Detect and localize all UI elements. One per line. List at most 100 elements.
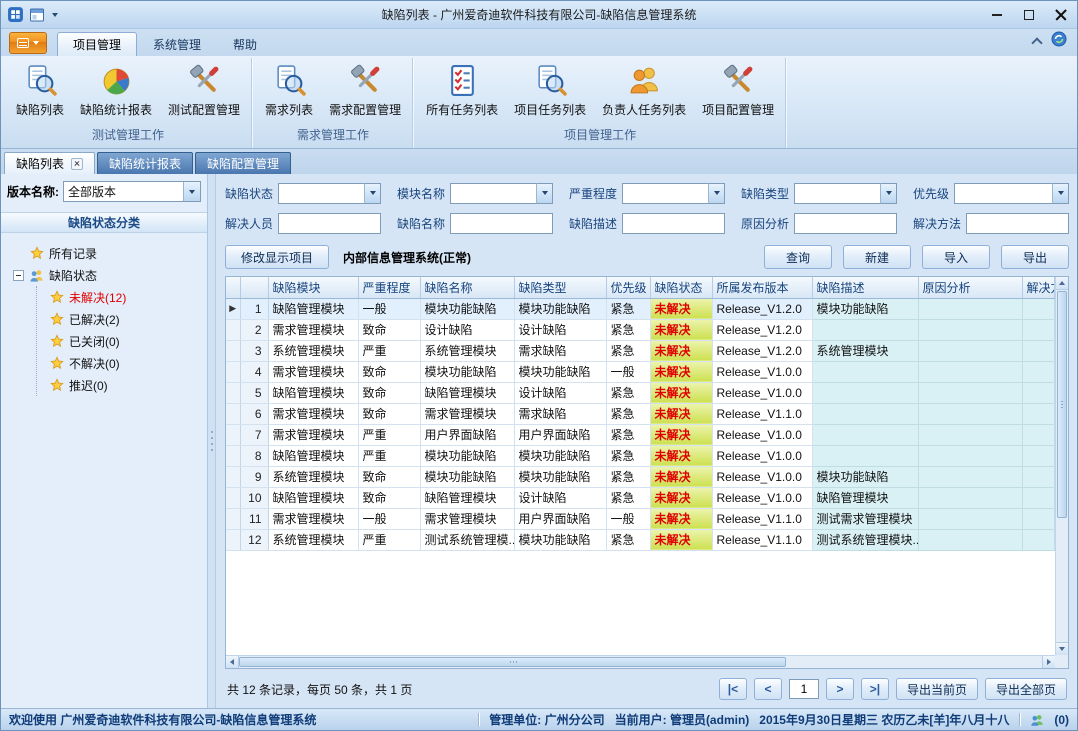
- chevron-down-icon[interactable]: [880, 183, 897, 204]
- cell-description[interactable]: [812, 361, 918, 382]
- cell-description[interactable]: 测试系统管理模块...: [812, 529, 918, 550]
- filter-input[interactable]: [794, 183, 880, 204]
- cell-type[interactable]: 用户界面缺陷: [514, 508, 606, 529]
- vertical-scroll-thumb[interactable]: [1057, 291, 1067, 518]
- cell-release[interactable]: Release_V1.0.0: [712, 445, 812, 466]
- cell-status[interactable]: 未解决: [650, 445, 712, 466]
- filter-input[interactable]: [622, 213, 725, 234]
- modify-columns-button[interactable]: 修改显示项目: [225, 245, 329, 269]
- cell-module[interactable]: 需求管理模块: [268, 403, 358, 424]
- owner-tasks-button[interactable]: 负责人任务列表: [594, 59, 694, 120]
- column-header-description[interactable]: 缺陷描述: [812, 277, 918, 298]
- chevron-down-icon[interactable]: [183, 182, 200, 201]
- cell-name[interactable]: 设计缺陷: [420, 319, 514, 340]
- project-config-button[interactable]: 项目配置管理: [694, 59, 782, 120]
- cell-priority[interactable]: 紧急: [606, 382, 650, 403]
- column-header-severity[interactable]: 严重程度: [358, 277, 420, 298]
- cell-type[interactable]: 需求缺陷: [514, 340, 606, 361]
- defect-list-button[interactable]: 缺陷列表: [8, 59, 72, 120]
- cell-module[interactable]: 系统管理模块: [268, 529, 358, 550]
- cell-cause[interactable]: [918, 319, 1022, 340]
- requirement-config-button[interactable]: 需求配置管理: [321, 59, 409, 120]
- ribbon-tab-help[interactable]: 帮助: [217, 32, 273, 56]
- cell-solution[interactable]: [1022, 445, 1055, 466]
- cell-type[interactable]: 模块功能缺陷: [514, 361, 606, 382]
- cell-release[interactable]: Release_V1.1.0: [712, 508, 812, 529]
- horizontal-scroll-thumb[interactable]: [239, 657, 786, 667]
- scroll-left-icon[interactable]: [226, 656, 239, 668]
- cell-priority[interactable]: 一般: [606, 361, 650, 382]
- cell-type[interactable]: 需求缺陷: [514, 403, 606, 424]
- maximize-button[interactable]: [1013, 1, 1045, 28]
- cell-severity[interactable]: 致命: [358, 487, 420, 508]
- cell-description[interactable]: [812, 382, 918, 403]
- cell-type[interactable]: 模块功能缺陷: [514, 298, 606, 319]
- cell-priority[interactable]: 紧急: [606, 424, 650, 445]
- cell-severity[interactable]: 严重: [358, 340, 420, 361]
- cell-module[interactable]: 需求管理模块: [268, 319, 358, 340]
- column-header-priority[interactable]: 优先级: [606, 277, 650, 298]
- style-selector-icon[interactable]: [1051, 31, 1067, 50]
- close-button[interactable]: [1045, 1, 1077, 28]
- cell-cause[interactable]: [918, 361, 1022, 382]
- prev-page-button[interactable]: <: [754, 678, 782, 700]
- column-header-solution[interactable]: 解决方法: [1022, 277, 1055, 298]
- doc-tab-defect-list[interactable]: 缺陷列表: [4, 152, 95, 174]
- cell-module[interactable]: 需求管理模块: [268, 361, 358, 382]
- cell-name[interactable]: 需求管理模块: [420, 508, 514, 529]
- cell-release[interactable]: Release_V1.0.0: [712, 466, 812, 487]
- cell-solution[interactable]: [1022, 361, 1055, 382]
- chevron-down-icon[interactable]: [536, 183, 553, 204]
- column-header-status[interactable]: 缺陷状态: [650, 277, 712, 298]
- cell-status[interactable]: 未解决: [650, 361, 712, 382]
- cell-module[interactable]: 缺陷管理模块: [268, 298, 358, 319]
- vertical-scrollbar[interactable]: [1055, 277, 1068, 655]
- filter-input[interactable]: [278, 213, 381, 234]
- cell-type[interactable]: 模块功能缺陷: [514, 466, 606, 487]
- cell-module[interactable]: 需求管理模块: [268, 508, 358, 529]
- cell-priority[interactable]: 紧急: [606, 487, 650, 508]
- cell-status[interactable]: 未解决: [650, 466, 712, 487]
- cell-cause[interactable]: [918, 466, 1022, 487]
- cell-name[interactable]: 用户界面缺陷: [420, 424, 514, 445]
- cell-description[interactable]: 测试需求管理模块: [812, 508, 918, 529]
- action-button[interactable]: 查询: [764, 245, 832, 269]
- cell-status[interactable]: 未解决: [650, 382, 712, 403]
- filter-input[interactable]: [966, 213, 1069, 234]
- cell-cause[interactable]: [918, 424, 1022, 445]
- cell-cause[interactable]: [918, 487, 1022, 508]
- cell-cause[interactable]: [918, 508, 1022, 529]
- cell-priority[interactable]: 紧急: [606, 340, 650, 361]
- scroll-down-icon[interactable]: [1056, 642, 1068, 655]
- cell-cause[interactable]: [918, 340, 1022, 361]
- filter-input[interactable]: [450, 213, 553, 234]
- cell-severity[interactable]: 一般: [358, 298, 420, 319]
- table-row[interactable]: 7 需求管理模块 严重 用户界面缺陷 用户界面缺陷 紧急 未解决 Release…: [226, 424, 1055, 445]
- tree-item-status[interactable]: 未解决(12): [50, 286, 203, 308]
- cell-name[interactable]: 缺陷管理模块: [420, 382, 514, 403]
- cell-description[interactable]: 缺陷管理模块: [812, 487, 918, 508]
- cell-description[interactable]: [812, 424, 918, 445]
- cell-release[interactable]: Release_V1.0.0: [712, 424, 812, 445]
- cell-severity[interactable]: 致命: [358, 382, 420, 403]
- cell-severity[interactable]: 严重: [358, 529, 420, 550]
- cell-cause[interactable]: [918, 298, 1022, 319]
- table-row[interactable]: 8 缺陷管理模块 严重 模块功能缺陷 模块功能缺陷 紧急 未解决 Release…: [226, 445, 1055, 466]
- cell-description[interactable]: 模块功能缺陷: [812, 466, 918, 487]
- test-config-button[interactable]: 测试配置管理: [160, 59, 248, 120]
- cell-type[interactable]: 设计缺陷: [514, 319, 606, 340]
- cell-priority[interactable]: 紧急: [606, 319, 650, 340]
- cell-solution[interactable]: [1022, 508, 1055, 529]
- first-page-button[interactable]: |<: [719, 678, 747, 700]
- filter-input[interactable]: [794, 213, 897, 234]
- table-row[interactable]: 11 需求管理模块 一般 需求管理模块 用户界面缺陷 一般 未解决 Releas…: [226, 508, 1055, 529]
- column-header-name[interactable]: 缺陷名称: [420, 277, 514, 298]
- minimize-button[interactable]: [981, 1, 1013, 28]
- cell-description[interactable]: [812, 319, 918, 340]
- cell-module[interactable]: 缺陷管理模块: [268, 382, 358, 403]
- cell-name[interactable]: 需求管理模块: [420, 403, 514, 424]
- cell-release[interactable]: Release_V1.0.0: [712, 487, 812, 508]
- ribbon-tab-project-management[interactable]: 项目管理: [57, 32, 137, 56]
- column-header-cause[interactable]: 原因分析: [918, 277, 1022, 298]
- cell-name[interactable]: 模块功能缺陷: [420, 466, 514, 487]
